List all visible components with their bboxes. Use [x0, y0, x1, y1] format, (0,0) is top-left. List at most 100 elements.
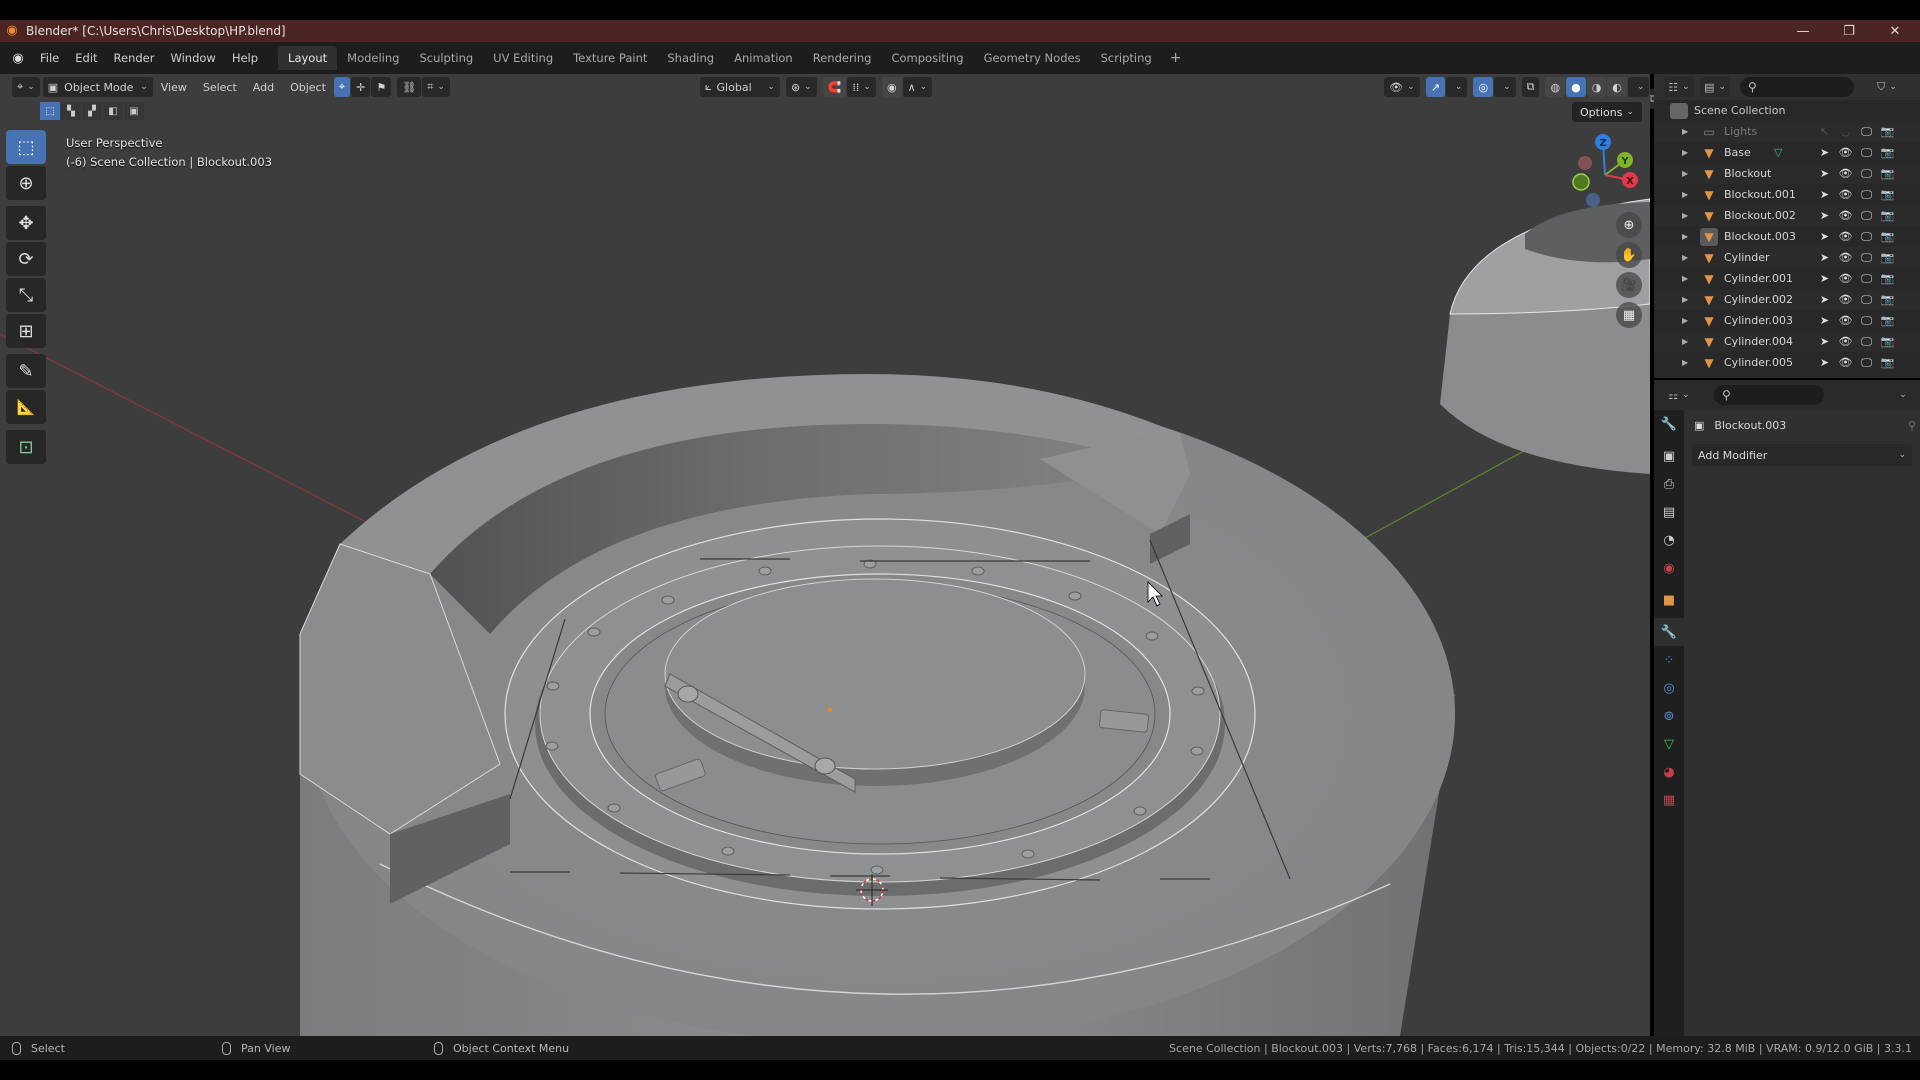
outliner-editor-type-button[interactable]: ☷ ⌄ [1664, 77, 1694, 97]
outliner-item[interactable]: ▶ ▼ Cylinder.005 ➤ 👁 🖵 📷 [1654, 352, 1920, 373]
proportional-editing-toggle[interactable]: ◉ [881, 77, 902, 97]
render-toggle-icon[interactable]: 📷 [1877, 209, 1898, 223]
outliner-item[interactable]: ▶ ▼ Cylinder.001 ➤ 👁 🖵 📷 [1654, 268, 1920, 289]
expand-arrow-icon[interactable]: ▶ [1682, 148, 1694, 157]
viewport-toggle-icon[interactable]: 🖵 [1856, 209, 1877, 223]
minimize-button[interactable]: — [1780, 20, 1826, 42]
shading-material-button[interactable]: ◑ [1586, 77, 1607, 97]
viewport-menu-add[interactable]: Add [245, 81, 282, 94]
add-modifier-dropdown[interactable]: Add Modifier ⌄ [1692, 444, 1912, 466]
select-mode-intersect-icon[interactable]: ▣ [124, 102, 144, 120]
outliner-item[interactable]: ▶ ▼ Base ▽ ➤ 👁 🖵 📷 [1654, 142, 1920, 163]
editor-type-button[interactable]: ⌖ ⌄ [12, 77, 40, 97]
snap-mirror-button[interactable]: ⛓ [397, 77, 422, 97]
shading-rendered-button[interactable]: ◐ [1607, 77, 1627, 97]
transform-affect-origins-button[interactable]: ⌖ [333, 77, 351, 97]
hide-toggle-icon[interactable]: 👁 [1835, 356, 1856, 370]
expand-arrow-icon[interactable]: ▶ [1682, 295, 1694, 304]
hide-toggle-icon[interactable]: 👁 [1835, 188, 1856, 202]
workspace-tab-geometry-nodes[interactable]: Geometry Nodes [974, 46, 1091, 70]
tool-annotate[interactable]: ✎ [6, 354, 46, 388]
outliner-item[interactable]: ▶ ▼ Blockout.003 ➤ 👁 🖵 📷 [1654, 226, 1920, 247]
viewport-toggle-icon[interactable]: 🖵 [1856, 335, 1877, 349]
outliner-item[interactable]: ▶ ▼ Cylinder.002 ➤ 👁 🖵 📷 [1654, 289, 1920, 310]
viewport-toggle-icon[interactable]: 🖵 [1856, 146, 1877, 160]
gizmo-dropdown[interactable]: ⌄ [1445, 77, 1468, 97]
select-toggle-icon[interactable]: ➤ [1814, 356, 1835, 370]
expand-arrow-icon[interactable]: ▶ [1682, 253, 1694, 262]
select-toggle-icon[interactable]: ➤ [1814, 146, 1835, 160]
viewport-menu-object[interactable]: Object [282, 81, 334, 94]
expand-arrow-icon[interactable]: ▶ [1682, 169, 1694, 178]
expand-arrow-icon[interactable]: ▶ [1682, 211, 1694, 220]
menu-edit[interactable]: Edit [67, 47, 105, 69]
menu-window[interactable]: Window [162, 47, 223, 69]
shading-dropdown[interactable]: ⌄ [1627, 77, 1650, 97]
menu-file[interactable]: File [32, 47, 67, 69]
pin-icon[interactable]: ⚲ [1908, 419, 1916, 432]
viewport-toggle-icon[interactable]: 🖵 [1856, 314, 1877, 328]
xray-toggle[interactable]: ⧉ [1521, 77, 1540, 97]
viewport-toggle-icon[interactable]: 🖵 [1856, 188, 1877, 202]
render-toggle-icon[interactable]: 📷 [1877, 335, 1898, 349]
outliner-item[interactable]: ▶ ▼ Blockout.001 ➤ 👁 🖵 📷 [1654, 184, 1920, 205]
hide-toggle-icon[interactable]: 👁 [1835, 314, 1856, 328]
render-toggle-icon[interactable]: 📷 [1877, 146, 1898, 160]
render-toggle-icon[interactable]: 📷 [1877, 314, 1898, 328]
transform-affect-locations-button[interactable]: ✛ [351, 77, 371, 97]
render-toggle-icon[interactable]: 📷 [1877, 167, 1898, 181]
tool-scale[interactable]: ⤡ [6, 278, 46, 312]
visibility-dropdown[interactable]: 👁 ⌄ [1384, 77, 1420, 97]
properties-tab-tool[interactable]: 🔧 [1654, 410, 1684, 438]
render-toggle-icon[interactable]: 📷 [1877, 272, 1898, 286]
expand-arrow-icon[interactable]: ▶ [1682, 190, 1694, 199]
render-toggle-icon[interactable]: 📷 [1877, 356, 1898, 370]
properties-tab-world[interactable]: ◉ [1654, 554, 1684, 582]
add-workspace-button[interactable]: + [1162, 50, 1190, 66]
outliner-item[interactable]: ▶ ▼ Blockout ➤ 👁 🖵 📷 [1654, 163, 1920, 184]
properties-tab-scene[interactable]: ◔ [1654, 526, 1684, 554]
select-mode-subtract-icon[interactable]: ▞ [82, 102, 102, 120]
blender-menu-icon[interactable]: ◉ [4, 51, 32, 66]
hide-toggle-icon[interactable]: 👁 [1835, 293, 1856, 307]
render-toggle-icon[interactable]: 📷 [1877, 125, 1898, 139]
filter-button[interactable]: ⛉ ⌄ [1872, 77, 1902, 97]
hide-toggle-icon[interactable]: 👁 [1835, 230, 1856, 244]
expand-arrow-icon[interactable]: ▶ [1682, 358, 1694, 367]
transform-orientation-dropdown[interactable]: ⟀ Global ⌄ [699, 77, 780, 97]
workspace-tab-compositing[interactable]: Compositing [881, 46, 973, 70]
hide-toggle-icon[interactable]: 👁 [1835, 146, 1856, 160]
select-toggle-icon[interactable]: ➤ [1814, 188, 1835, 202]
hide-toggle-icon[interactable]: 👁 [1835, 167, 1856, 181]
tool-add-cube[interactable]: ⊡ [6, 430, 46, 464]
viewport-toggle-icon[interactable]: 🖵 [1856, 272, 1877, 286]
scene-collection-row[interactable]: Scene Collection [1654, 100, 1920, 121]
navigation-gizmo[interactable]: Z Y X [1560, 130, 1650, 220]
outliner-item[interactable]: ▶ ▼ Cylinder.004 ➤ 👁 🖵 📷 [1654, 331, 1920, 352]
proportional-falloff-dropdown[interactable]: ∧ ⌄ [902, 77, 933, 97]
expand-arrow-icon[interactable]: ▶ [1682, 274, 1694, 283]
properties-tab-texture[interactable]: ▦ [1654, 786, 1684, 814]
viewport-toggle-icon[interactable]: 🖵 [1856, 251, 1877, 265]
select-toggle-icon[interactable]: ➤ [1814, 209, 1835, 223]
3d-viewport[interactable]: ⌖ ⌄ ▣ Object Mode ⌄ View Select Add Object … [0, 74, 1650, 1036]
properties-tab-object[interactable]: ■ [1654, 586, 1684, 614]
maximize-button[interactable]: ❐ [1826, 20, 1872, 42]
hide-toggle-icon[interactable]: 👁 [1835, 335, 1856, 349]
select-mode-set-icon[interactable]: ⬚ [40, 102, 60, 120]
tool-move[interactable]: ✥ [6, 206, 46, 240]
close-button[interactable]: ✕ [1872, 20, 1918, 42]
viewport-toggle-icon[interactable]: 🖵 [1856, 167, 1877, 181]
snap-toggle[interactable]: 🧲 [822, 77, 847, 97]
properties-options-button[interactable]: ⌄ [1892, 385, 1914, 405]
outliner-search-input[interactable]: ⚲ [1740, 77, 1854, 97]
outliner-item[interactable]: ▶ ▼ Blockout.002 ➤ 👁 🖵 📷 [1654, 205, 1920, 226]
render-toggle-icon[interactable]: 📷 [1877, 230, 1898, 244]
viewport-toggle-icon[interactable]: 🖵 [1856, 125, 1877, 139]
workspace-tab-uv-editing[interactable]: UV Editing [483, 46, 563, 70]
select-toggle-icon[interactable]: ➤ [1814, 167, 1835, 181]
zoom-view-button[interactable]: ⊕ [1616, 212, 1642, 238]
expand-arrow-icon[interactable]: ▶ [1682, 127, 1694, 136]
expand-arrow-icon[interactable]: ▶ [1682, 316, 1694, 325]
properties-tab-physics[interactable]: ◎ [1654, 674, 1684, 702]
